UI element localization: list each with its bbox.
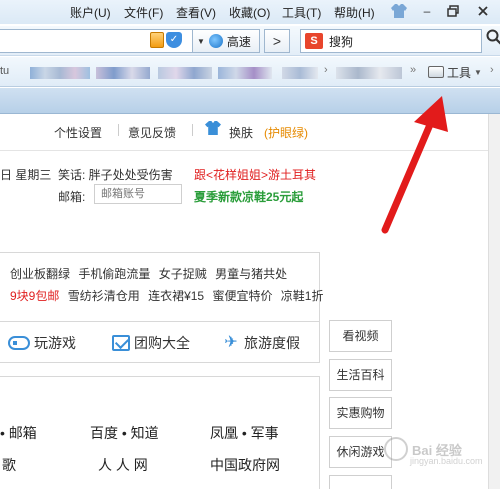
close-icon[interactable] xyxy=(474,3,492,19)
favorites-chevron-icon[interactable]: › xyxy=(324,64,328,76)
skin-shirt-icon[interactable] xyxy=(390,3,408,19)
chevron-down-icon[interactable]: ▼ xyxy=(197,37,205,46)
group-buy-service-link[interactable]: 团购大全 xyxy=(112,333,190,353)
menu-help[interactable]: 帮助(H) xyxy=(334,4,375,21)
address-toolbar: ✓ ▼ 高速 > S 搜狗 xyxy=(0,26,500,56)
deals-row: 9块9包邮 雪纺衫清仓用 连衣裙¥15 蜜便宜特价 凉鞋1折 xyxy=(10,287,328,304)
deal-link[interactable]: 蜜便宜特价 xyxy=(212,289,272,303)
feedback-link[interactable]: 意见反馈 xyxy=(128,124,176,141)
search-icon[interactable] xyxy=(482,29,500,53)
vertical-scrollbar[interactable] xyxy=(488,114,500,489)
mail-label: 邮箱: xyxy=(58,190,86,204)
joke-link[interactable]: 笑话: 胖子处处受伤害 xyxy=(58,166,173,183)
paw-icon xyxy=(384,437,408,461)
service-bar: 玩游戏 团购大全 ✈ 旅游度假 xyxy=(0,321,320,363)
overflow-chevron-icon[interactable]: › xyxy=(490,64,494,76)
deal-link[interactable]: 雪纺衫清仓用 xyxy=(68,289,140,303)
email-field[interactable] xyxy=(94,184,182,204)
menu-view[interactable]: 查看(V) xyxy=(176,4,216,21)
eye-care-link[interactable]: (护眼绿) xyxy=(264,124,308,141)
deal-link[interactable]: 9块9包邮 xyxy=(10,289,59,303)
menu-file[interactable]: 文件(F) xyxy=(124,4,163,21)
chevron-down-icon: ▼ xyxy=(474,67,482,77)
site-link[interactable]: 百度 • 知道 xyxy=(90,423,159,443)
page-content: 个性设置 意见反馈 换肤 (护眼绿) 日 星期三 笑话: 胖子处处受伤害 邮箱:… xyxy=(0,114,500,489)
menu-account[interactable]: 账户(U) xyxy=(70,4,111,21)
go-button[interactable]: > xyxy=(264,29,290,53)
deal-link[interactable]: 连衣裙¥15 xyxy=(148,289,204,303)
speed-mode-label: 高速 xyxy=(226,34,251,49)
shirt-icon[interactable] xyxy=(205,121,221,135)
hot-news-link[interactable]: 手机偷跑流量 xyxy=(78,267,150,281)
group-buy-icon xyxy=(112,335,130,351)
site-link[interactable]: • 邮箱 xyxy=(0,423,37,443)
divider xyxy=(192,124,193,136)
watermark-url: jingyan.baidu.com xyxy=(410,456,483,466)
plane-icon: ✈ xyxy=(224,334,238,351)
search-engine-label: 搜狗 xyxy=(329,34,354,49)
personal-settings-link[interactable]: 个性设置 xyxy=(54,124,102,141)
favorites-item-partial[interactable]: tu xyxy=(0,65,9,77)
category-partial-button[interactable] xyxy=(329,475,392,489)
globe-icon xyxy=(208,34,223,48)
deal-link[interactable]: 凉鞋1折 xyxy=(281,289,324,303)
site-link[interactable]: 中国政府网 xyxy=(210,455,280,475)
speed-mode-button[interactable]: ▼ 高速 xyxy=(192,29,260,53)
hot-news-link[interactable]: 创业板翻绿 xyxy=(10,267,70,281)
category-video-button[interactable]: 看视频 xyxy=(329,320,392,352)
site-link[interactable]: 歌 xyxy=(2,455,16,475)
url-input[interactable]: ✓ xyxy=(0,29,210,53)
promo-link-sandals[interactable]: 夏季新款凉鞋25元起 xyxy=(194,188,303,205)
blurred-favorite[interactable] xyxy=(30,67,90,79)
change-skin-link[interactable]: 换肤 xyxy=(229,124,253,141)
site-links-box: • 邮箱 百度 • 知道 凤凰 • 军事 歌 人 人 网 中国政府网 xyxy=(0,376,320,489)
sogou-icon[interactable]: S xyxy=(305,33,323,49)
blurred-favorite[interactable] xyxy=(218,67,272,79)
blurred-favorite[interactable] xyxy=(96,67,150,79)
tab-strip[interactable] xyxy=(0,88,500,114)
date-text: 日 星期三 xyxy=(0,168,52,182)
travel-service-link[interactable]: ✈ 旅游度假 xyxy=(222,333,300,353)
blurred-favorite[interactable] xyxy=(336,67,402,79)
toolbox-icon xyxy=(428,66,444,78)
group-buy-label: 团购大全 xyxy=(134,335,190,351)
games-label: 玩游戏 xyxy=(34,335,76,351)
page-icon xyxy=(150,32,164,48)
search-input[interactable]: S 搜狗 xyxy=(300,29,482,53)
shield-icon[interactable]: ✓ xyxy=(166,32,182,48)
hot-news-link[interactable]: 男童与猪共处 xyxy=(215,267,287,281)
hot-news-row: 创业板翻绿 手机偷跑流量 女子捉贼 男童与猪共处 xyxy=(10,265,292,282)
promo-link-travel[interactable]: 跟<花样姐姐>游土耳其 xyxy=(194,166,316,183)
site-link[interactable]: 人 人 网 xyxy=(98,455,148,475)
minimize-icon[interactable]: – xyxy=(418,3,436,19)
divider xyxy=(118,124,119,136)
games-service-link[interactable]: 玩游戏 xyxy=(8,333,76,353)
menu-bar: 账户(U) 文件(F) 查看(V) 收藏(O) 工具(T) 帮助(H) – xyxy=(0,0,500,24)
travel-label: 旅游度假 xyxy=(244,335,300,351)
blurred-favorite[interactable] xyxy=(282,67,318,79)
divider xyxy=(0,150,488,151)
hot-news-link[interactable]: 女子捉贼 xyxy=(159,267,207,281)
category-shopping-button[interactable]: 实惠购物 xyxy=(329,397,392,429)
restore-icon[interactable] xyxy=(444,3,462,19)
more-favorites-icon[interactable]: » xyxy=(410,64,416,76)
category-games-button[interactable]: 休闲游戏 xyxy=(329,436,392,468)
toolbox-label: 工具 xyxy=(447,65,472,80)
site-link[interactable]: 凤凰 • 军事 xyxy=(210,423,279,443)
blurred-favorite[interactable] xyxy=(158,67,212,79)
menu-tools[interactable]: 工具(T) xyxy=(282,4,321,21)
gamepad-icon xyxy=(8,336,30,350)
toolbox-button[interactable]: 工具 ▼ xyxy=(428,62,482,82)
favorites-bar: tu › » 工具 ▼ › xyxy=(0,57,500,87)
category-life-button[interactable]: 生活百科 xyxy=(329,359,392,391)
menu-favorites[interactable]: 收藏(O) xyxy=(229,4,270,21)
